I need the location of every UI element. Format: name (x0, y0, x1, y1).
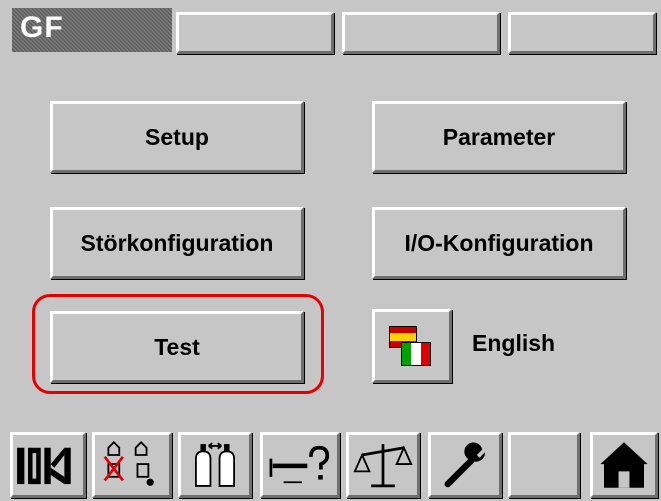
status-field-2 (342, 12, 500, 54)
title-bar: GF (12, 8, 172, 52)
wrench-icon (444, 442, 486, 488)
fault-configuration-button[interactable]: Störkonfiguration (50, 207, 304, 279)
fault-status-icon (103, 440, 154, 486)
gas-bottles-icon (195, 442, 235, 487)
scale-icon (353, 444, 413, 488)
language-label: English (472, 330, 556, 356)
home-icon (600, 442, 648, 488)
parameter-button-label: Parameter (442, 123, 556, 150)
setup-button[interactable]: Setup (50, 101, 304, 173)
home-button[interactable] (590, 432, 658, 498)
status-field-1 (176, 12, 334, 54)
fault-configuration-button-label: Störkonfiguration (80, 229, 274, 256)
empty-toolbar-button[interactable] (508, 432, 580, 498)
parameter-button[interactable]: Parameter (372, 101, 626, 173)
service-tools-button[interactable] (428, 432, 502, 498)
io-status-button[interactable] (10, 432, 86, 498)
fault-status-button[interactable] (92, 432, 172, 498)
language-button[interactable] (372, 309, 452, 383)
gas-bottles-button[interactable] (178, 432, 252, 498)
io-status-icon (17, 447, 71, 485)
language-flags-icon (389, 326, 431, 366)
io-configuration-button[interactable]: I/O-Konfiguration (372, 207, 626, 279)
help-query-icon (269, 445, 330, 484)
hmi-screen: GF Setup Parameter Störkonfiguration I/O… (0, 0, 661, 501)
test-button-label: Test (154, 333, 200, 360)
page-title: GF (20, 11, 64, 44)
setup-button-label: Setup (145, 123, 209, 150)
io-configuration-button-label: I/O-Konfiguration (404, 229, 594, 256)
help-query-button[interactable] (260, 432, 340, 498)
scale-button[interactable] (346, 432, 420, 498)
test-button[interactable]: Test (50, 311, 304, 383)
status-field-3 (508, 12, 656, 54)
